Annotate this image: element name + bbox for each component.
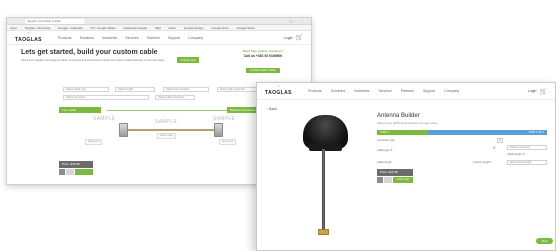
length-label: Cable length xyxy=(377,161,392,164)
bookmark-item[interactable]: Google Sheet xyxy=(237,26,255,30)
create-cable-button[interactable]: Create new cable xyxy=(177,57,199,68)
qty-field[interactable] xyxy=(66,169,74,175)
custom-length-label: Custom length? xyxy=(473,161,492,164)
length-select[interactable]: Select length xyxy=(115,87,155,92)
sample-watermark-mid: SAMPLE xyxy=(155,119,178,125)
promo-phone: Call us +353 53 9169900 xyxy=(243,54,283,58)
menu-item[interactable]: Company xyxy=(188,36,203,40)
progress-right-label: STEP 2 OF 5 xyxy=(528,131,544,134)
bookmark-item[interactable]: Apps xyxy=(10,26,17,30)
cable-length-text: Cable length xyxy=(507,153,522,156)
price-box: Price: $45.38 Add to cart xyxy=(377,169,413,183)
hero-description: Select from Taoglas' vast range of cable… xyxy=(21,59,166,62)
quantity-field[interactable]: 1 xyxy=(497,138,503,143)
contact-sales-button[interactable]: Contact Sales Today xyxy=(246,68,280,73)
logo-text: TAOGLAS xyxy=(265,90,292,96)
sample-watermark-left: SAMPLE xyxy=(93,116,116,122)
your-cable-button[interactable]: Your cable xyxy=(59,107,101,113)
main-menu: Products Solutions Industries Services P… xyxy=(58,36,211,40)
site-header: ⌃ TAOGLAS Products Solutions Industries … xyxy=(257,83,555,100)
cable-wire[interactable] xyxy=(128,129,214,131)
bookmark-item[interactable]: Alerts xyxy=(168,26,176,30)
chat-button[interactable]: Chat xyxy=(536,238,553,244)
step-progress-bar: STEP 1 STEP 2 OF 5 xyxy=(377,130,547,135)
antenna-base xyxy=(309,143,342,151)
cart-icon[interactable]: 🛒 xyxy=(296,34,303,41)
taoglas-logo[interactable]: ⌃ TAOGLAS xyxy=(15,32,42,43)
menu-item[interactable]: Products xyxy=(58,36,72,40)
url-field[interactable]: taoglas.com/cable-builder xyxy=(25,19,85,24)
header-account: Login 🛒 xyxy=(284,34,303,41)
left-connector[interactable] xyxy=(119,123,128,137)
cable-type-label: Cable type ✕ xyxy=(377,148,393,152)
bookmark-item[interactable]: Google Design xyxy=(184,26,204,30)
sample-watermark-right: SAMPLE xyxy=(213,116,236,122)
cable-type-select[interactable]: Select cable type xyxy=(63,87,109,92)
menu-item[interactable]: Support xyxy=(168,36,180,40)
price-label: Price: $45.38 xyxy=(377,169,413,176)
taoglas-logo[interactable]: ⌃ TAOGLAS xyxy=(265,86,292,97)
search-icon[interactable]: ⌕ xyxy=(493,145,496,151)
header-account: Login 🛒 xyxy=(528,88,547,95)
bookmark-item[interactable]: ST • Google Slides xyxy=(90,26,115,30)
cart-row: Add to cart xyxy=(377,177,413,183)
connector-search-input[interactable]: Search connectors xyxy=(507,145,547,150)
add-to-cart-button[interactable]: Add to cart xyxy=(393,177,413,183)
price-box: Price: $45.38 xyxy=(59,161,93,175)
cable-type-text: Cable type xyxy=(377,149,390,152)
menu-item[interactable]: Company xyxy=(444,89,459,93)
browser-address-bar[interactable]: taoglas.com/cable-builder ☆ ⋮ xyxy=(7,18,311,25)
menu-item[interactable]: Partners xyxy=(401,89,414,93)
bookmark-item[interactable]: Mail xyxy=(155,26,161,30)
bookmark-item[interactable]: Taoglas • Antennas xyxy=(25,26,51,30)
antenna-cable xyxy=(322,149,325,231)
custom-length-select[interactable]: Enter custom length xyxy=(507,160,547,165)
menu-item[interactable]: Solutions xyxy=(331,89,345,93)
builder-subtitle: Select your GPS/ Accessories in 5 easy s… xyxy=(377,121,438,125)
left-connector-select[interactable]: Select left connector xyxy=(163,87,209,92)
right-connector[interactable] xyxy=(214,123,223,137)
menu-item[interactable]: Industries xyxy=(102,36,117,40)
price-label: Price: $45.38 xyxy=(59,161,93,168)
main-menu: Products Solutions Industries Services P… xyxy=(308,89,468,93)
menu-item[interactable]: Solutions xyxy=(80,36,94,40)
progress-left-label: STEP 1 xyxy=(380,131,389,134)
cart-row xyxy=(59,169,93,175)
remove-icon[interactable]: ✕ xyxy=(522,152,525,156)
sales-promo: Need high quality antennas? Call us +353… xyxy=(235,49,291,76)
hero-section: Lets get started, build your custom cabl… xyxy=(7,45,311,85)
browser-toolbar-icons[interactable]: ☆ ⋮ xyxy=(289,19,307,24)
bookmark-item[interactable]: Facebook Google xyxy=(124,26,148,30)
qty-minus[interactable] xyxy=(59,169,65,175)
connector-select[interactable]: Select connector xyxy=(63,95,149,100)
add-to-cart-button[interactable] xyxy=(75,169,93,175)
close-icon[interactable]: ✕ xyxy=(390,148,393,152)
antenna-builder-window: ⌃ TAOGLAS Products Solutions Industries … xyxy=(256,82,556,251)
menu-item[interactable]: Partners xyxy=(147,36,160,40)
qty-minus[interactable] xyxy=(377,177,383,183)
bookmark-item[interactable]: Google Docs xyxy=(211,26,228,30)
login-link[interactable]: Login xyxy=(528,89,537,93)
logo-text: TAOGLAS xyxy=(15,36,42,43)
qty-field[interactable] xyxy=(384,177,392,183)
back-link[interactable]: ‹ Back xyxy=(267,107,277,111)
select-cable[interactable]: Select cable xyxy=(157,133,177,139)
menu-item[interactable]: Support xyxy=(423,89,435,93)
login-link[interactable]: Login xyxy=(284,36,293,40)
select-left-end[interactable]: Select end xyxy=(85,139,103,145)
cart-icon[interactable]: 🛒 xyxy=(540,88,547,95)
builder-title: Antenna Builder xyxy=(377,113,420,119)
menu-item[interactable]: Services xyxy=(125,36,138,40)
site-header: ⌃ TAOGLAS Products Solutions Industries … xyxy=(7,31,311,45)
connector-type-label: Connector type xyxy=(377,139,395,142)
menu-item[interactable]: Products xyxy=(308,89,322,93)
accessory-select[interactable]: Select cable accessory xyxy=(155,95,195,100)
menu-item[interactable]: Industries xyxy=(354,89,369,93)
cable-length-label: Cable length ✕ xyxy=(507,152,525,156)
antenna-connector xyxy=(318,229,329,235)
promo-title: Need high quality antennas? xyxy=(242,49,284,53)
select-right-end[interactable]: Select end xyxy=(219,139,237,145)
menu-item[interactable]: Services xyxy=(378,89,391,93)
bookmark-item[interactable]: Google • Calendar xyxy=(58,26,83,30)
